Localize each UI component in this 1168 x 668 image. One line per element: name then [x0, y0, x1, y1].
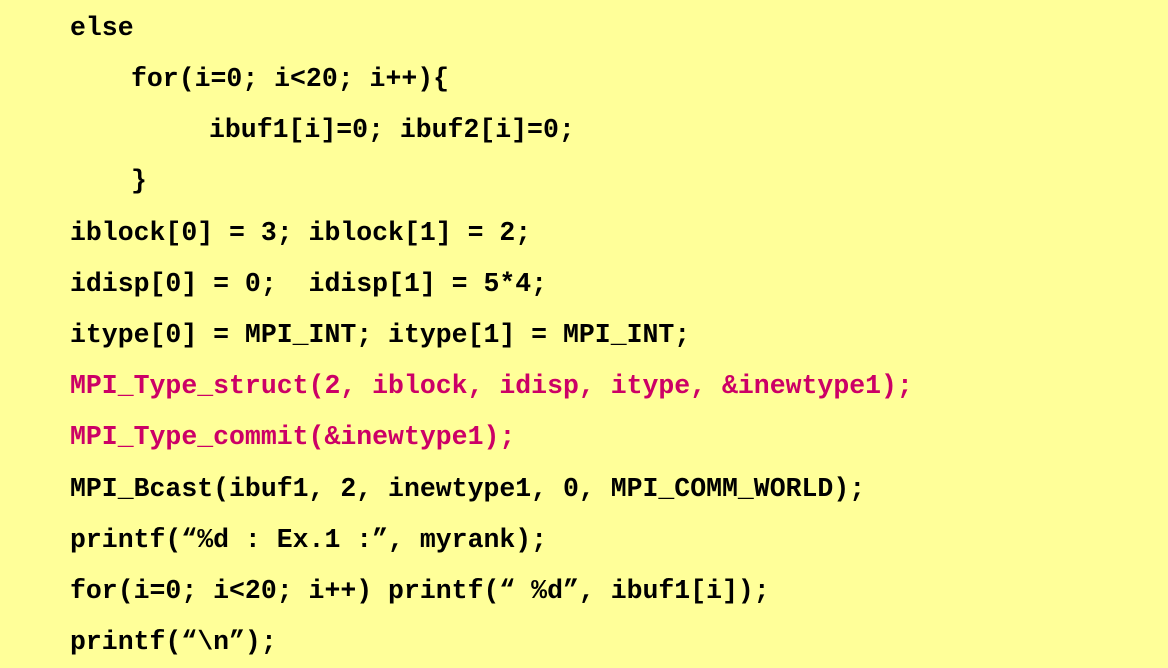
- code-line-idisp: idisp[0] = 0; idisp[1] = 5*4;: [70, 269, 548, 299]
- code-line-printf-rank: printf(“%d : Ex.1 :”, myrank);: [70, 525, 548, 555]
- code-line-buffer-reset: ibuf1[i]=0; ibuf2[i]=0;: [209, 115, 575, 145]
- code-line-type-commit: MPI_Type_commit(&inewtype1);: [70, 422, 516, 452]
- code-slide: else for(i=0; i<20; i++){ ibuf1[i]=0; ib…: [0, 0, 1168, 668]
- code-line-iblock: iblock[0] = 3; iblock[1] = 2;: [70, 218, 532, 248]
- code-line-print-loop: for(i=0; i<20; i++) printf(“ %d”, ibuf1[…: [70, 576, 770, 606]
- code-line-else: else: [70, 13, 134, 43]
- code-line-close-brace: }: [131, 166, 147, 196]
- code-line-itype: itype[0] = MPI_INT; itype[1] = MPI_INT;: [70, 320, 691, 350]
- code-line-printf-newline: printf(“\n”);: [70, 627, 277, 657]
- code-line-bcast: MPI_Bcast(ibuf1, 2, inewtype1, 0, MPI_CO…: [70, 474, 866, 504]
- code-line-for-loop: for(i=0; i<20; i++){: [131, 64, 450, 94]
- code-line-type-struct: MPI_Type_struct(2, iblock, idisp, itype,…: [70, 371, 913, 401]
